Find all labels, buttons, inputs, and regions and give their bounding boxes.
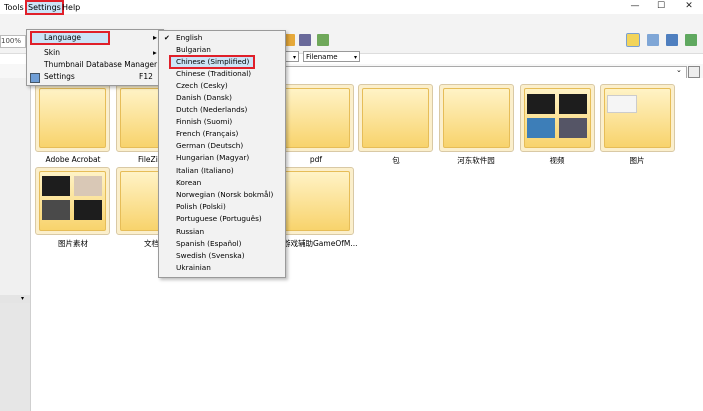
chevron-down-icon[interactable]: ▾ xyxy=(21,295,24,302)
shortcut-label: F12 xyxy=(139,72,153,81)
folder-label: 包 xyxy=(392,156,400,165)
language-item[interactable]: Chinese (Traditional) xyxy=(159,68,285,80)
folder-thumbnail[interactable] xyxy=(35,84,110,152)
calendar-icon[interactable] xyxy=(688,66,700,78)
menu-help[interactable]: Help xyxy=(60,1,82,14)
folder-label: 视频 xyxy=(549,156,565,165)
settings-menu: Language ▸ Skin ▸ Thumbnail Database Man… xyxy=(26,29,164,86)
image-icon[interactable] xyxy=(317,34,329,46)
language-item[interactable]: Russian xyxy=(159,226,285,238)
folder-thumbnail[interactable] xyxy=(520,84,595,152)
photo-preview xyxy=(559,118,587,138)
menu-bar xyxy=(0,14,703,29)
photo-preview xyxy=(74,200,102,220)
language-item[interactable]: Spanish (Español) xyxy=(159,238,285,250)
menu-item-skin[interactable]: Skin ▸ xyxy=(27,47,163,59)
preview-view-icon[interactable] xyxy=(666,34,678,46)
print-icon[interactable] xyxy=(299,34,311,46)
folder-label: 图片 xyxy=(629,156,645,165)
preview-pane xyxy=(0,303,30,411)
folder-thumbnail[interactable] xyxy=(439,84,514,152)
language-menu: ✔ English Bulgarian Chinese (Simplified)… xyxy=(158,30,286,278)
menu-settings[interactable]: Settings xyxy=(25,0,64,15)
checkmark-icon: ✔ xyxy=(164,34,170,42)
menu-item-thumbnail-db[interactable]: Thumbnail Database Manager xyxy=(27,59,163,71)
photo-preview xyxy=(42,200,70,220)
title-bar xyxy=(0,0,703,14)
folder-thumbnail[interactable] xyxy=(358,84,433,152)
photo-preview xyxy=(607,95,637,113)
minimize-icon[interactable]: — xyxy=(623,0,647,12)
folder-thumbnail[interactable] xyxy=(600,84,675,152)
language-item[interactable]: Dutch (Nederlands) xyxy=(159,104,285,116)
language-item[interactable]: Polish (Polski) xyxy=(159,201,285,213)
chevron-right-icon: ▸ xyxy=(153,48,157,57)
folder-label: 图片素材 xyxy=(58,239,88,248)
language-item[interactable]: German (Deutsch) xyxy=(159,140,285,152)
folder-label: 河东软件园 xyxy=(457,156,495,165)
menu-item-language[interactable]: Language xyxy=(30,31,110,45)
sort-select-left[interactable]: ▾ xyxy=(285,51,299,62)
details-view-icon[interactable] xyxy=(647,34,659,46)
chevron-right-icon: ▸ xyxy=(153,33,158,42)
folder-label: 游戏辅助GameOfM... xyxy=(283,239,358,248)
photo-preview xyxy=(42,176,70,196)
menu-item-settings[interactable]: Settings F12 xyxy=(27,71,163,83)
folder-label: Adobe Acrobat xyxy=(45,155,101,164)
language-item[interactable]: Swedish (Svenska) xyxy=(159,250,285,262)
language-item[interactable]: Italian (Italiano) xyxy=(159,165,285,177)
language-item-chinese-simplified[interactable]: Chinese (Simplified) xyxy=(169,54,255,70)
zoom-field[interactable]: 100% xyxy=(0,35,26,48)
language-item[interactable]: Finnish (Suomi) xyxy=(159,116,285,128)
sort-select-value: Filename xyxy=(306,53,338,61)
chevron-down-icon: ▾ xyxy=(353,54,357,61)
chevron-down-icon: ▾ xyxy=(292,54,296,61)
language-item[interactable]: Danish (Dansk) xyxy=(159,92,285,104)
settings-icon xyxy=(30,73,40,83)
sort-select[interactable]: Filename ▾ xyxy=(303,51,360,62)
photo-preview xyxy=(527,94,555,114)
photo-preview xyxy=(559,94,587,114)
chevron-down-icon[interactable]: ⌄ xyxy=(676,66,682,74)
language-item[interactable]: French (Français) xyxy=(159,128,285,140)
language-item[interactable]: Ukrainian xyxy=(159,262,285,274)
language-item[interactable]: Norwegian (Norsk bokmål) xyxy=(159,189,285,201)
language-item[interactable]: Bulgarian xyxy=(159,44,285,56)
folder-thumbnail[interactable] xyxy=(279,167,354,235)
folder-thumbnail[interactable] xyxy=(279,84,354,152)
fullscreen-icon[interactable] xyxy=(685,34,697,46)
language-item[interactable]: Hungarian (Magyar) xyxy=(159,152,285,164)
maximize-icon[interactable]: ☐ xyxy=(649,0,673,12)
language-item[interactable]: Czech (Cesky) xyxy=(159,80,285,92)
thumbnail-view-icon[interactable] xyxy=(626,33,640,47)
close-icon[interactable]: ✕ xyxy=(677,0,701,12)
photo-preview xyxy=(527,118,555,138)
photo-preview xyxy=(74,176,102,196)
language-item[interactable]: Portuguese (Português) xyxy=(159,213,285,225)
menu-tools[interactable]: Tools xyxy=(2,1,26,14)
folder-thumbnail[interactable] xyxy=(35,167,110,235)
language-item[interactable]: Korean xyxy=(159,177,285,189)
language-item-english[interactable]: ✔ English xyxy=(159,32,285,44)
